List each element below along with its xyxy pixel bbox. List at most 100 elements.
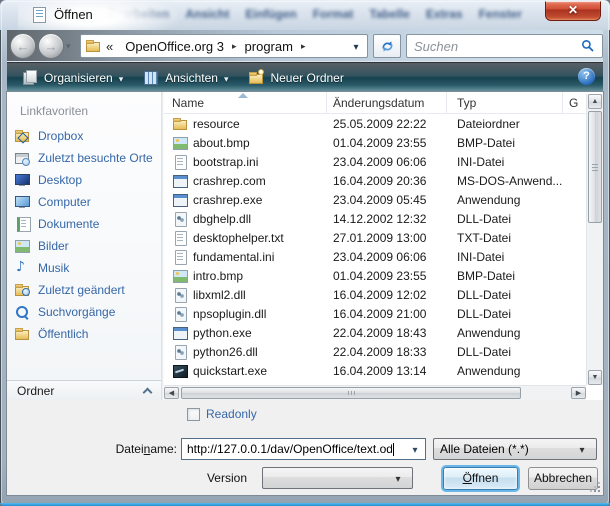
file-type: Anwendung	[447, 326, 563, 340]
sidebar-item-computer[interactable]: Computer	[7, 191, 161, 213]
filename-label: Dateiname:	[67, 442, 177, 456]
cancel-button[interactable]: Abbrechen	[528, 467, 598, 490]
open-button[interactable]: Öffnen	[443, 467, 518, 490]
background-menu-item: Fenster	[479, 7, 522, 21]
music-icon	[14, 260, 30, 276]
scroll-right-button[interactable]	[571, 387, 586, 399]
sidebar-item-dropbox[interactable]: Dropbox	[7, 125, 161, 147]
file-type: DLL-Datei	[447, 288, 563, 302]
bmp-file-icon	[172, 135, 188, 151]
sidebar-header: Linkfavoriten	[20, 104, 88, 118]
search-box[interactable]: Suchen	[406, 34, 603, 58]
column-header-type[interactable]: Typ	[447, 92, 563, 113]
vertical-scrollbar[interactable]	[586, 94, 603, 385]
chevron-down-icon	[119, 71, 124, 85]
new-folder-button[interactable]: Neuer Ordner	[241, 67, 350, 89]
help-icon	[578, 68, 595, 85]
resize-grip[interactable]	[589, 481, 601, 493]
scroll-left-button[interactable]	[164, 387, 179, 399]
readonly-row: Readonly	[187, 407, 257, 421]
filename-value[interactable]: http://127.0.0.1/dav/OpenOffice/text.odt	[187, 442, 392, 456]
text-caret	[393, 443, 394, 456]
table-row-fundamental-ini[interactable]: fundamental.ini23.04.2009 06:06INI-Datei	[164, 247, 586, 266]
table-row-crashrep-com[interactable]: crashrep.com16.04.2009 20:36MS-DOS-Anwen…	[164, 171, 586, 190]
refresh-button[interactable]	[373, 34, 401, 58]
column-header-date[interactable]: Änderungsdatum	[327, 92, 447, 113]
file-type: INI-Datei	[447, 155, 563, 169]
breadcrumb-overflow[interactable]: «	[104, 39, 115, 54]
msdos-app-icon	[172, 173, 188, 189]
table-row-dbghelp-dll[interactable]: dbghelp.dll14.12.2002 12:32DLL-Datei	[164, 209, 586, 228]
titlebar[interactable]: DateiBearbeitenAnsichtEinfügenFormatTabe…	[0, 0, 610, 30]
vertical-scroll-thumb[interactable]	[588, 111, 602, 223]
scroll-down-button[interactable]	[588, 370, 602, 385]
file-type: BMP-Datei	[447, 136, 563, 150]
breadcrumb-items: OpenOffice.org 3▸program▸	[118, 39, 306, 54]
filename-input[interactable]: http://127.0.0.1/dav/OpenOffice/text.odt	[181, 438, 426, 460]
organize-icon	[22, 70, 38, 86]
readonly-checkbox[interactable]	[187, 408, 200, 421]
folders-expander[interactable]: Ordner	[7, 380, 161, 400]
sidebar-item-desktop[interactable]: Desktop	[7, 169, 161, 191]
horizontal-scrollbar[interactable]	[164, 385, 586, 400]
file-date: 14.12.2002 12:32	[327, 212, 447, 226]
filetype-select[interactable]: Alle Dateien (*.*)	[433, 438, 597, 460]
sidebar-item-dokumente[interactable]: Dokumente	[7, 213, 161, 235]
version-select[interactable]	[262, 467, 413, 489]
table-row-about-bmp[interactable]: about.bmp01.04.2009 23:55BMP-Datei	[164, 133, 586, 152]
version-dropdown-icon[interactable]	[390, 471, 406, 485]
table-row-python-exe[interactable]: python.exe22.04.2009 18:43Anwendung	[164, 323, 586, 342]
sidebar-item-ffentlich[interactable]: Öffentlich	[7, 323, 161, 345]
filename-dropdown-icon[interactable]	[407, 442, 423, 456]
organize-button[interactable]: Organisieren	[15, 67, 130, 89]
close-button[interactable]: ✕	[545, 1, 601, 21]
scroll-up-button[interactable]	[588, 94, 602, 109]
version-label: Version	[147, 471, 247, 485]
file-name: resource	[193, 117, 240, 131]
history-dropdown-icon[interactable]	[66, 40, 78, 52]
search-placeholder: Suchen	[414, 39, 458, 54]
file-name-cell: resource	[164, 116, 327, 132]
open-file-dialog: DateiBearbeitenAnsichtEinfügenFormatTabe…	[0, 0, 610, 506]
file-name: python.exe	[193, 326, 252, 340]
sidebar-item-label: Dropbox	[38, 129, 83, 143]
breadcrumb[interactable]: « OpenOffice.org 3▸program▸	[80, 34, 368, 58]
file-name-cell: dbghelp.dll	[164, 211, 327, 227]
table-row-python26-dll[interactable]: python26.dll22.04.2009 18:33DLL-Datei	[164, 342, 586, 361]
breadcrumb-chevron-icon[interactable]: ▸	[300, 41, 307, 52]
sidebar-item-zuletzt-besuchte-orte[interactable]: Zuletzt besuchte Orte	[7, 147, 161, 169]
forward-button[interactable]	[38, 33, 64, 59]
breadcrumb-segment-program[interactable]: program	[238, 39, 300, 54]
horizontal-scroll-thumb[interactable]	[181, 387, 521, 399]
back-button[interactable]	[10, 33, 36, 59]
filetype-dropdown-icon[interactable]	[574, 442, 590, 456]
background-menu-item: Einfügen	[245, 7, 296, 21]
sidebar-item-musik[interactable]: Musik	[7, 257, 161, 279]
breadcrumb-segment-openoffice-org-3[interactable]: OpenOffice.org 3	[118, 39, 231, 54]
table-row-crashrep-exe[interactable]: crashrep.exe23.04.2009 05:45Anwendung	[164, 190, 586, 209]
help-button[interactable]	[578, 68, 595, 88]
table-row-bootstrap-ini[interactable]: bootstrap.ini23.04.2009 06:06INI-Datei	[164, 152, 586, 171]
sidebar-item-zuletzt-ge-ndert[interactable]: Zuletzt geändert	[7, 279, 161, 301]
readonly-label[interactable]: Readonly	[206, 407, 257, 421]
views-button[interactable]: Ansichten	[136, 67, 235, 89]
address-dropdown-icon[interactable]	[349, 39, 363, 53]
table-row-intro-bmp[interactable]: intro.bmp01.04.2009 23:55BMP-Datei	[164, 266, 586, 285]
views-label: Ansichten	[165, 71, 218, 85]
table-row-libxml2-dll[interactable]: libxml2.dll16.04.2009 12:02DLL-Datei	[164, 285, 586, 304]
search-icon[interactable]	[581, 39, 595, 53]
pictures-icon	[14, 238, 30, 254]
sidebar-item-bilder[interactable]: Bilder	[7, 235, 161, 257]
txt-file-icon	[172, 230, 188, 246]
table-row-npsoplugin-dll[interactable]: npsoplugin.dll16.04.2009 21:00DLL-Datei	[164, 304, 586, 323]
desktop-icon	[14, 172, 30, 188]
table-row-desktophelper-txt[interactable]: desktophelper.txt27.01.2009 13:00TXT-Dat…	[164, 228, 586, 247]
file-name: fundamental.ini	[193, 250, 274, 264]
table-row-quickstart-exe[interactable]: quickstart.exe16.04.2009 13:14Anwendung	[164, 361, 586, 380]
folder-icon	[85, 38, 101, 54]
file-type: INI-Datei	[447, 250, 563, 264]
sidebar-item-suchvorg-nge[interactable]: Suchvorgänge	[7, 301, 161, 323]
sidebar-item-label: Suchvorgänge	[38, 305, 115, 319]
table-row-resource[interactable]: resource25.05.2009 22:22Dateiordner	[164, 114, 586, 133]
column-header-name[interactable]: Name	[164, 92, 327, 113]
